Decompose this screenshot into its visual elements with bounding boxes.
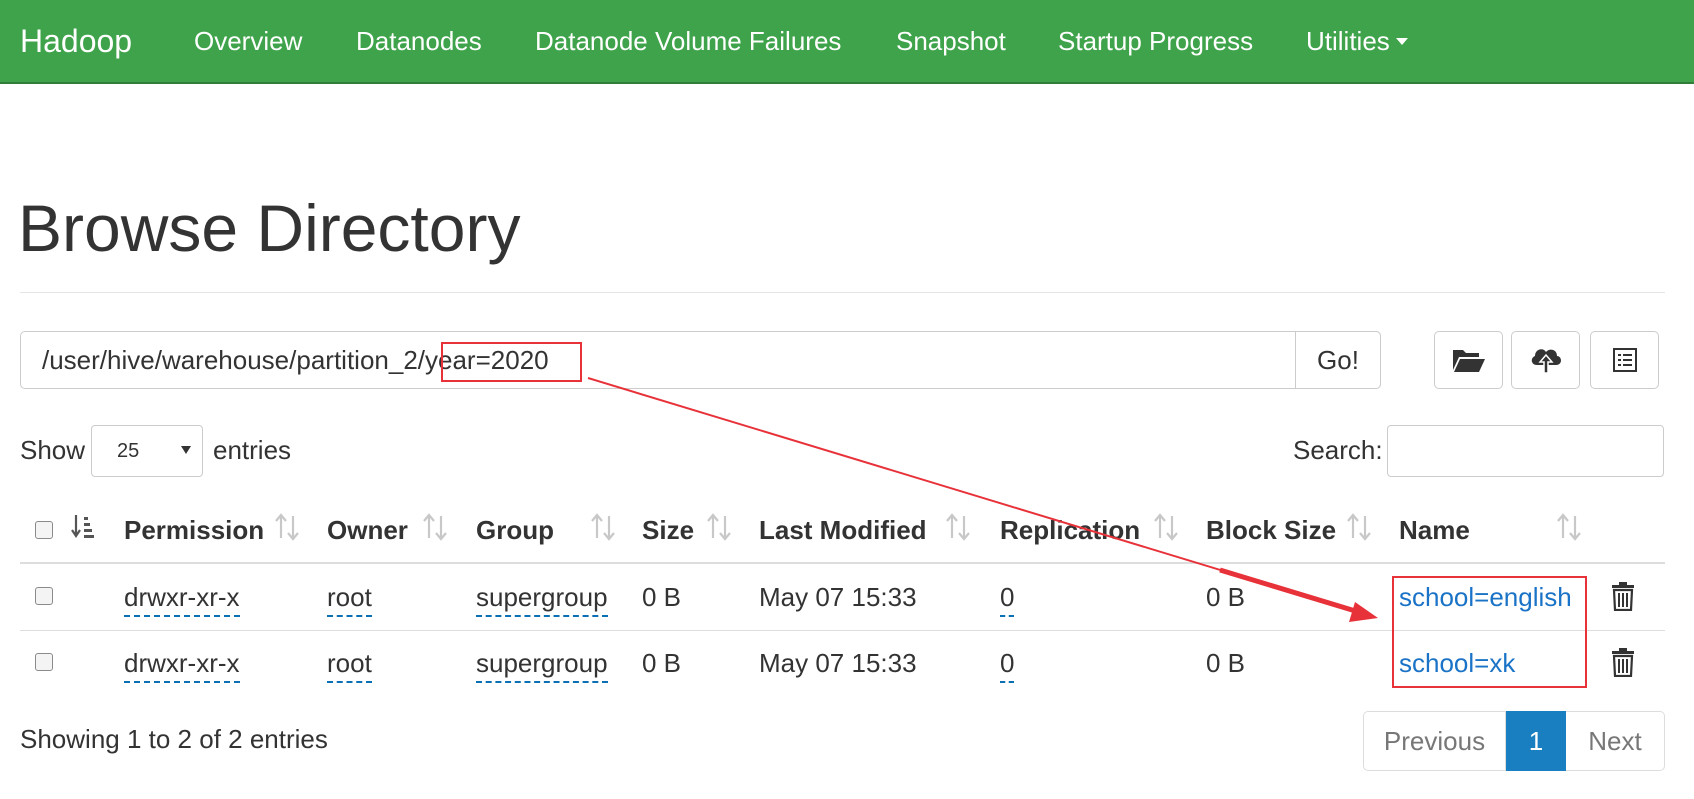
annotation-arrow <box>587 377 1378 622</box>
arrow-head <box>1349 602 1378 622</box>
arrow-thick-line <box>1219 567 1363 616</box>
